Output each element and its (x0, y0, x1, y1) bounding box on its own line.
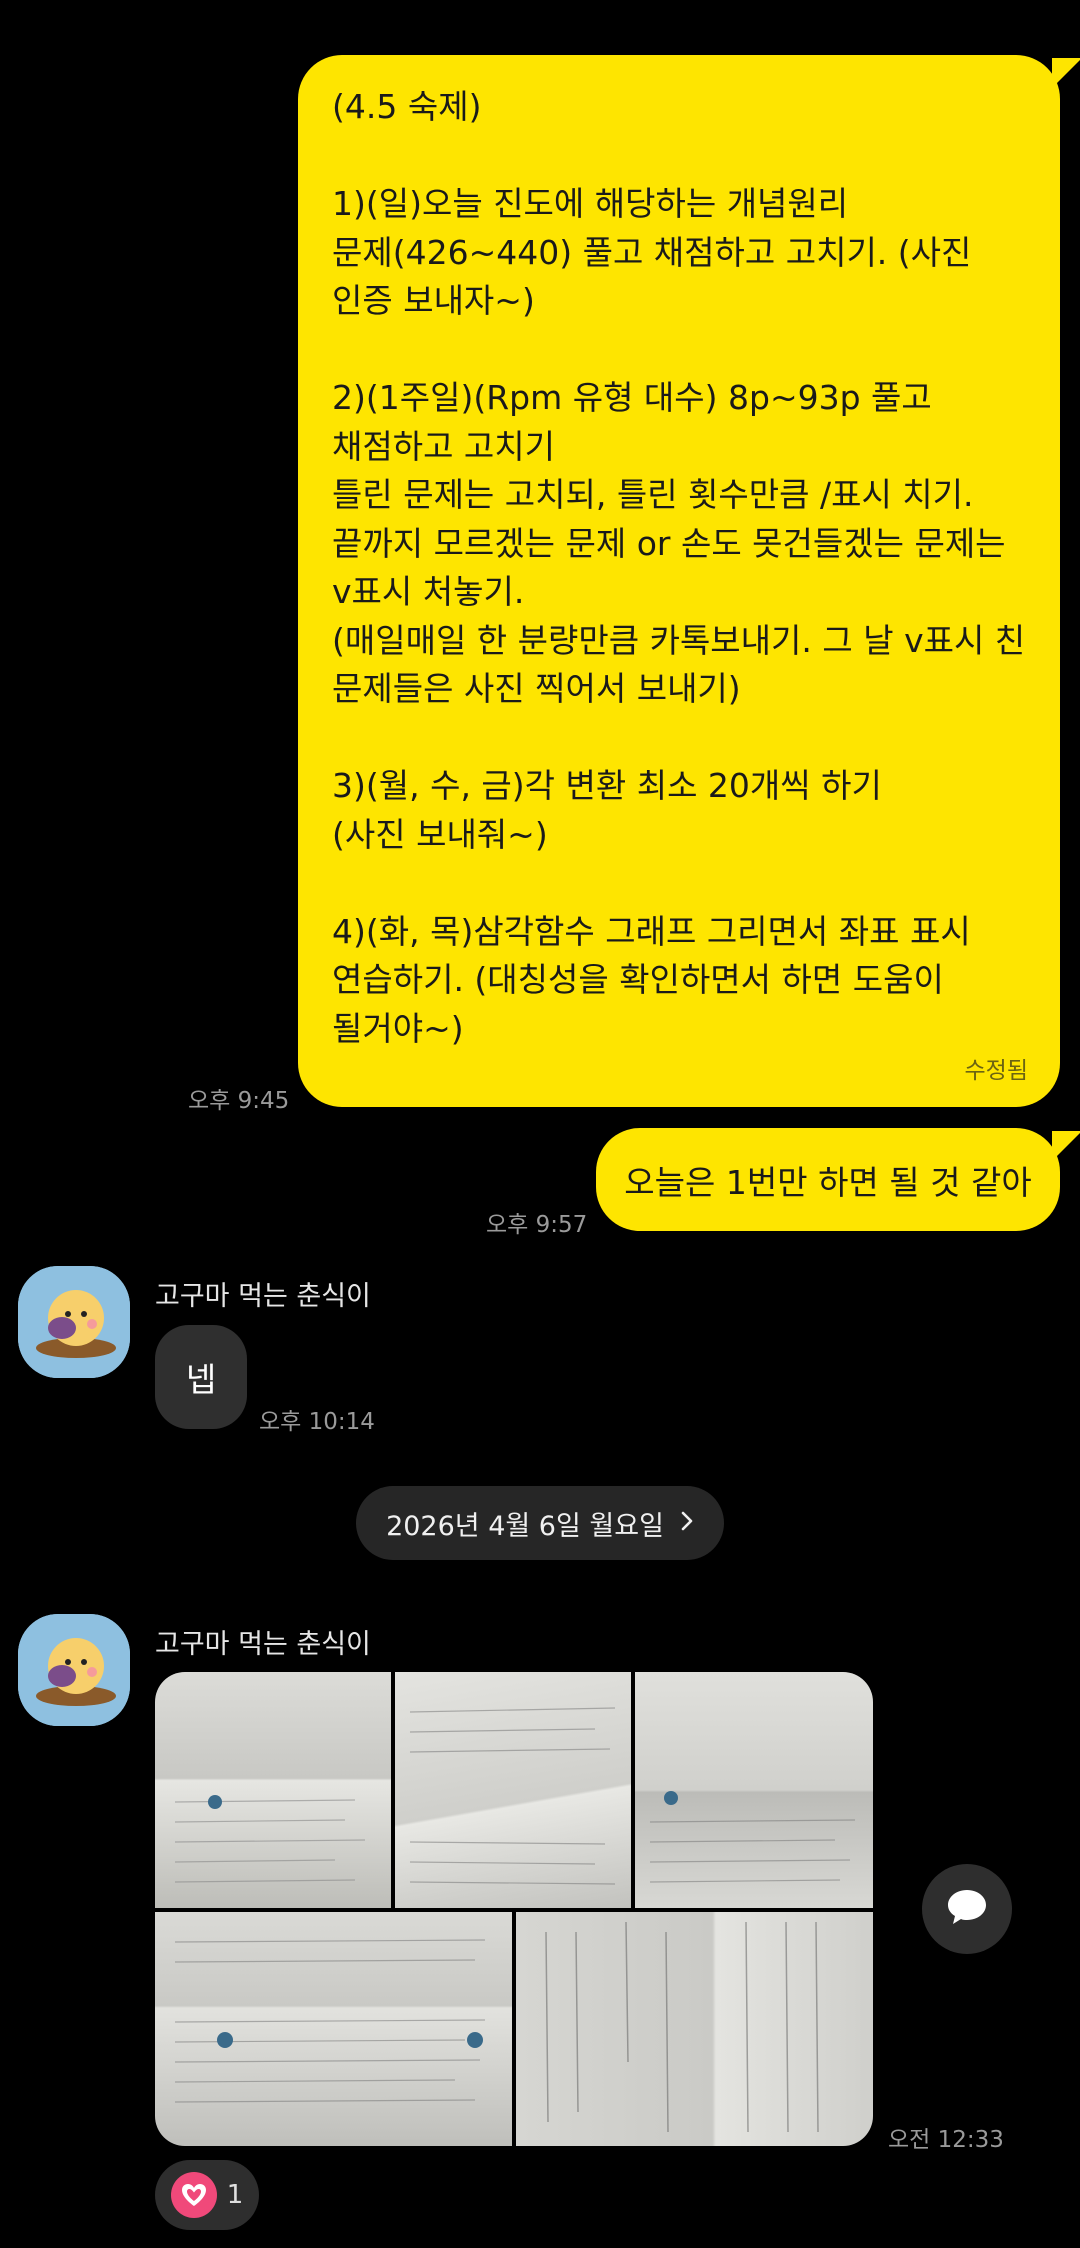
chat-bubble-icon (945, 1887, 989, 1931)
message-time: 오후 9:45 (188, 1088, 290, 1114)
sender-name: 고구마 먹는 춘식이 (155, 1281, 371, 1312)
chunsik-avatar-icon (18, 1266, 130, 1378)
heart-icon (170, 2172, 217, 2218)
homework-message-bubble[interactable]: (4.5 숙제) 1)(일)오늘 진도에 해당하는 개념원리 문제(426~44… (298, 55, 1060, 1107)
chunsik-avatar-icon (18, 1614, 130, 1726)
chevron-right-icon (680, 1508, 694, 1539)
photo-album[interactable] (155, 1672, 873, 2146)
reaction-count: 1 (226, 2180, 244, 2210)
sender-avatar[interactable] (18, 1266, 130, 1378)
date-label: 2026년 4월 6일 월요일 (386, 1510, 664, 1542)
today-message-text: 오늘은 1번만 하면 될 것 같아 (624, 1162, 1032, 1202)
today-message-bubble[interactable]: 오늘은 1번만 하면 될 것 같아 (596, 1128, 1060, 1231)
sender-avatar[interactable] (18, 1614, 130, 1726)
reaction-badge[interactable]: 1 (155, 2160, 259, 2230)
date-divider[interactable]: 2026년 4월 6일 월요일 (356, 1486, 724, 1560)
reply-message-text: 넵 (185, 1360, 217, 1399)
sender-name: 고구마 먹는 춘식이 (155, 1629, 371, 1660)
message-time: 오후 9:57 (486, 1212, 588, 1238)
reply-message-bubble[interactable]: 넵 (155, 1325, 247, 1429)
photo-thumbnail[interactable] (155, 1912, 512, 2146)
photo-thumbnail[interactable] (395, 1672, 631, 1908)
photo-thumbnail[interactable] (635, 1672, 873, 1908)
bubble-tail (1052, 1131, 1080, 1161)
homework-message-text: (4.5 숙제) 1)(일)오늘 진도에 해당하는 개념원리 문제(426~44… (332, 87, 1026, 1048)
photo-thumbnail[interactable] (155, 1672, 391, 1908)
floating-chat-button[interactable] (922, 1864, 1012, 1954)
photo-thumbnail[interactable] (516, 1912, 873, 2146)
edited-label: 수정됨 (964, 1058, 1028, 1084)
message-time: 오후 10:14 (259, 1409, 375, 1435)
bubble-tail (1052, 58, 1080, 88)
message-time: 오전 12:33 (888, 2127, 1004, 2153)
